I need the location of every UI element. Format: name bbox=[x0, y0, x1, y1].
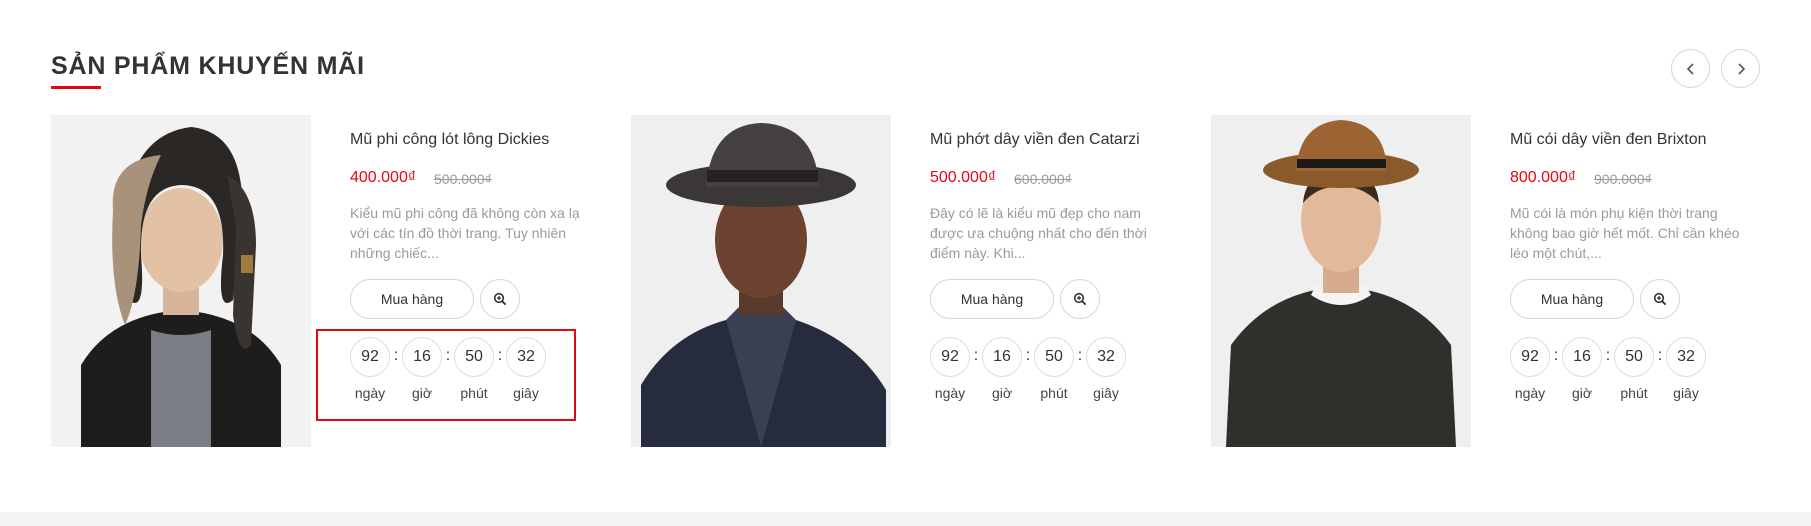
product-image[interactable] bbox=[631, 115, 891, 447]
promo-section: SẢN PHẨM KHUYẾN MÃI Mũ phi công lót lông… bbox=[0, 0, 1811, 526]
countdown-separator: : bbox=[1657, 347, 1663, 364]
countdown-minutes-value: 50 bbox=[1614, 337, 1654, 377]
product-name[interactable]: Mũ phi công lót lông Dickies bbox=[350, 131, 549, 149]
product-card: Mũ cói dây viền đen Brixton 800.000₫ 900… bbox=[1211, 115, 1751, 447]
product-description: Mũ cói là món phụ kiện thời trang không … bbox=[1510, 205, 1740, 261]
countdown-days-label: ngày bbox=[354, 385, 386, 401]
countdown-seconds-label: giây bbox=[513, 385, 539, 401]
product-old-price: 600.000₫ bbox=[1014, 171, 1072, 187]
product-card: Mũ phớt dây viền đen Catarzi 500.000₫ 60… bbox=[631, 115, 1171, 447]
countdown-seconds-value: 32 bbox=[506, 337, 546, 377]
countdown-days: 92 ngày bbox=[350, 337, 390, 401]
countdown-minutes: 50 phút bbox=[1034, 337, 1074, 401]
countdown-days-value: 92 bbox=[350, 337, 390, 377]
countdown-days: 92 ngày bbox=[930, 337, 970, 401]
footer-band bbox=[0, 512, 1811, 526]
countdown-minutes-label: phút bbox=[460, 385, 488, 401]
countdown-minutes-label: phút bbox=[1040, 385, 1068, 401]
countdown-separator: : bbox=[1605, 347, 1611, 364]
countdown-seconds-label: giây bbox=[1093, 385, 1119, 401]
countdown-separator: : bbox=[973, 347, 979, 364]
countdown-seconds-value: 32 bbox=[1086, 337, 1126, 377]
countdown-hours-label: giờ bbox=[1571, 385, 1593, 401]
countdown-seconds: 32 giây bbox=[506, 337, 546, 401]
countdown-days: 92 ngày bbox=[1510, 337, 1550, 401]
buy-button[interactable]: Mua hàng bbox=[1510, 279, 1634, 319]
product-description: Kiểu mũ phi công đã không còn xa lạ với … bbox=[350, 205, 580, 261]
product-image[interactable] bbox=[1211, 115, 1471, 447]
chevron-right-icon bbox=[1737, 62, 1745, 75]
product-name[interactable]: Mũ phớt dây viền đen Catarzi bbox=[930, 131, 1140, 149]
countdown-hours-value: 16 bbox=[402, 337, 442, 377]
countdown-timer: 92 ngày : 16 giờ : 50 phút : 32 giây bbox=[350, 337, 550, 417]
product-card: Mũ phi công lót lông Dickies 400.000₫ 50… bbox=[51, 115, 591, 447]
countdown-hours-value: 16 bbox=[1562, 337, 1602, 377]
quick-view-button[interactable] bbox=[1060, 279, 1100, 319]
countdown-separator: : bbox=[393, 347, 399, 364]
buy-button[interactable]: Mua hàng bbox=[350, 279, 474, 319]
quick-view-button[interactable] bbox=[480, 279, 520, 319]
product-name[interactable]: Mũ cói dây viền đen Brixton bbox=[1510, 131, 1707, 149]
countdown-hours: 16 giờ bbox=[982, 337, 1022, 401]
product-price: 400.000₫ bbox=[350, 169, 417, 186]
countdown-minutes: 50 phút bbox=[1614, 337, 1654, 401]
countdown-days-value: 92 bbox=[930, 337, 970, 377]
countdown-timer: 92 ngày : 16 giờ : 50 phút : 32 giây bbox=[1510, 337, 1710, 417]
countdown-minutes-value: 50 bbox=[1034, 337, 1074, 377]
product-price: 500.000₫ bbox=[930, 169, 997, 186]
countdown-minutes-label: phút bbox=[1620, 385, 1648, 401]
zoom-in-icon bbox=[493, 292, 507, 306]
countdown-days-value: 92 bbox=[1510, 337, 1550, 377]
zoom-in-icon bbox=[1653, 292, 1667, 306]
countdown-seconds: 32 giây bbox=[1086, 337, 1126, 401]
product-photo-straw-hat bbox=[1211, 115, 1471, 447]
countdown-days-label: ngày bbox=[934, 385, 966, 401]
countdown-days-label: ngày bbox=[1514, 385, 1546, 401]
product-old-price: 500.000₫ bbox=[434, 171, 492, 187]
countdown-minutes: 50 phút bbox=[454, 337, 494, 401]
countdown-hours-label: giờ bbox=[411, 385, 433, 401]
countdown-hours: 16 giờ bbox=[1562, 337, 1602, 401]
title-underline bbox=[51, 86, 101, 89]
carousel-next-button[interactable] bbox=[1721, 49, 1760, 88]
section-title: SẢN PHẨM KHUYẾN MÃI bbox=[51, 52, 365, 80]
carousel-prev-button[interactable] bbox=[1671, 49, 1710, 88]
countdown-hours: 16 giờ bbox=[402, 337, 442, 401]
product-photo-fedora-hat bbox=[631, 115, 891, 447]
countdown-separator: : bbox=[1553, 347, 1559, 364]
countdown-separator: : bbox=[497, 347, 503, 364]
product-price: 800.000₫ bbox=[1510, 169, 1577, 186]
countdown-separator: : bbox=[1025, 347, 1031, 364]
countdown-seconds: 32 giây bbox=[1666, 337, 1706, 401]
chevron-left-icon bbox=[1686, 62, 1694, 75]
countdown-separator: : bbox=[445, 347, 451, 364]
quick-view-button[interactable] bbox=[1640, 279, 1680, 319]
product-image[interactable] bbox=[51, 115, 311, 447]
countdown-hours-value: 16 bbox=[982, 337, 1022, 377]
countdown-hours-label: giờ bbox=[991, 385, 1013, 401]
product-old-price: 900.000₫ bbox=[1594, 171, 1652, 187]
countdown-timer: 92 ngày : 16 giờ : 50 phút : 32 giây bbox=[930, 337, 1130, 417]
countdown-minutes-value: 50 bbox=[454, 337, 494, 377]
countdown-seconds-label: giây bbox=[1673, 385, 1699, 401]
countdown-seconds-value: 32 bbox=[1666, 337, 1706, 377]
countdown-separator: : bbox=[1077, 347, 1083, 364]
zoom-in-icon bbox=[1073, 292, 1087, 306]
product-photo-aviator-hat bbox=[51, 115, 311, 447]
product-description: Đây có lẽ là kiểu mũ đẹp cho nam được ưa… bbox=[930, 205, 1147, 261]
buy-button[interactable]: Mua hàng bbox=[930, 279, 1054, 319]
